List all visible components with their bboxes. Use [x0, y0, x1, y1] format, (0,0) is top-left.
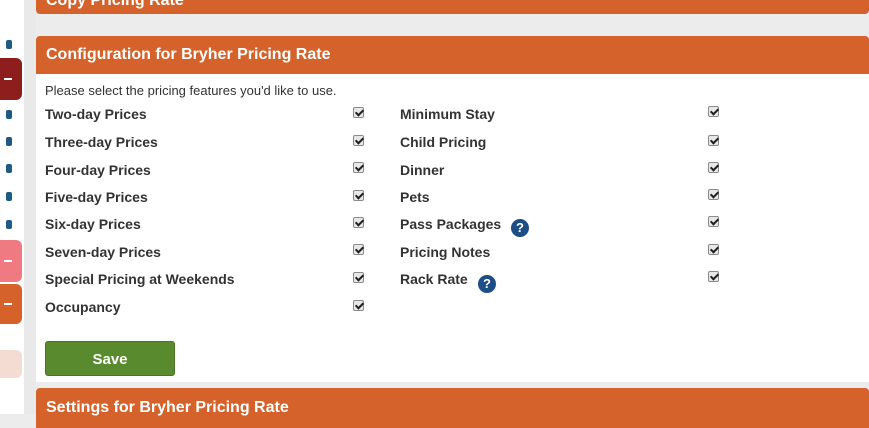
checkbox-three-day-prices[interactable] — [353, 135, 364, 146]
option-label-rack-rate: Rack Rate — [400, 271, 468, 287]
option-label-four-day-prices: Four-day Prices — [45, 162, 151, 178]
option-label-occupancy: Occupancy — [45, 299, 121, 315]
checkbox-minimum-stay[interactable] — [708, 106, 719, 117]
checkbox-pass-packages[interactable] — [708, 216, 719, 227]
option-label-pets: Pets — [400, 189, 430, 205]
option-label-seven-day-prices: Seven-day Prices — [45, 244, 161, 260]
option-label-pass-packages: Pass Packages — [400, 216, 502, 232]
sidebar-tab-red[interactable] — [0, 58, 22, 100]
checkbox-seven-day-prices[interactable] — [353, 244, 364, 255]
option-label-two-day-prices: Two-day Prices — [45, 106, 147, 122]
option-label-dinner: Dinner — [400, 162, 445, 178]
checkbox-pricing-notes[interactable] — [708, 244, 719, 255]
checkbox-rack-rate[interactable] — [708, 271, 719, 282]
checkbox-five-day-prices[interactable] — [353, 190, 364, 201]
save-button[interactable]: Save — [45, 341, 175, 376]
sidebar-tab-pink[interactable] — [0, 240, 22, 282]
sidebar-icon[interactable] — [6, 192, 12, 201]
help-question-icon[interactable]: ? — [478, 275, 496, 293]
configuration-panel-header[interactable]: Configuration for Bryher Pricing Rate — [36, 36, 869, 74]
option-label-five-day-prices: Five-day Prices — [45, 189, 148, 205]
option-label-special-pricing-weekends: Special Pricing at Weekends — [45, 271, 235, 287]
checkbox-two-day-prices[interactable] — [353, 107, 364, 118]
option-label-six-day-prices: Six-day Prices — [45, 216, 141, 232]
checkbox-pets[interactable] — [708, 189, 719, 200]
option-label-pricing-notes: Pricing Notes — [400, 244, 491, 260]
checkbox-six-day-prices[interactable] — [353, 217, 364, 228]
sidebar-icon[interactable] — [6, 137, 12, 146]
sidebar-tab-light[interactable] — [0, 350, 22, 378]
settings-panel-header[interactable]: Settings for Bryher Pricing Rate — [36, 388, 869, 428]
checkbox-special-pricing-weekends[interactable] — [353, 272, 364, 283]
checkbox-dinner[interactable] — [708, 162, 719, 173]
option-label-three-day-prices: Three-day Prices — [45, 134, 158, 150]
checkbox-occupancy[interactable] — [353, 300, 364, 311]
sidebar-icon[interactable] — [6, 164, 12, 173]
sidebar — [0, 0, 24, 414]
option-label-child-pricing: Child Pricing — [400, 134, 487, 150]
sidebar-icon[interactable] — [6, 110, 12, 119]
help-question-icon[interactable]: ? — [511, 219, 529, 237]
intro-text: Please select the pricing features you'd… — [45, 83, 337, 98]
sidebar-icon[interactable] — [6, 220, 12, 229]
sidebar-tab-orange[interactable] — [0, 284, 22, 324]
copy-pricing-rate-header[interactable]: Copy Pricing Rate — [36, 0, 869, 14]
checkbox-child-pricing[interactable] — [708, 135, 719, 146]
option-label-minimum-stay: Minimum Stay — [400, 106, 495, 122]
sidebar-rail — [24, 0, 36, 414]
sidebar-icon[interactable] — [6, 40, 12, 49]
checkbox-four-day-prices[interactable] — [353, 162, 364, 173]
